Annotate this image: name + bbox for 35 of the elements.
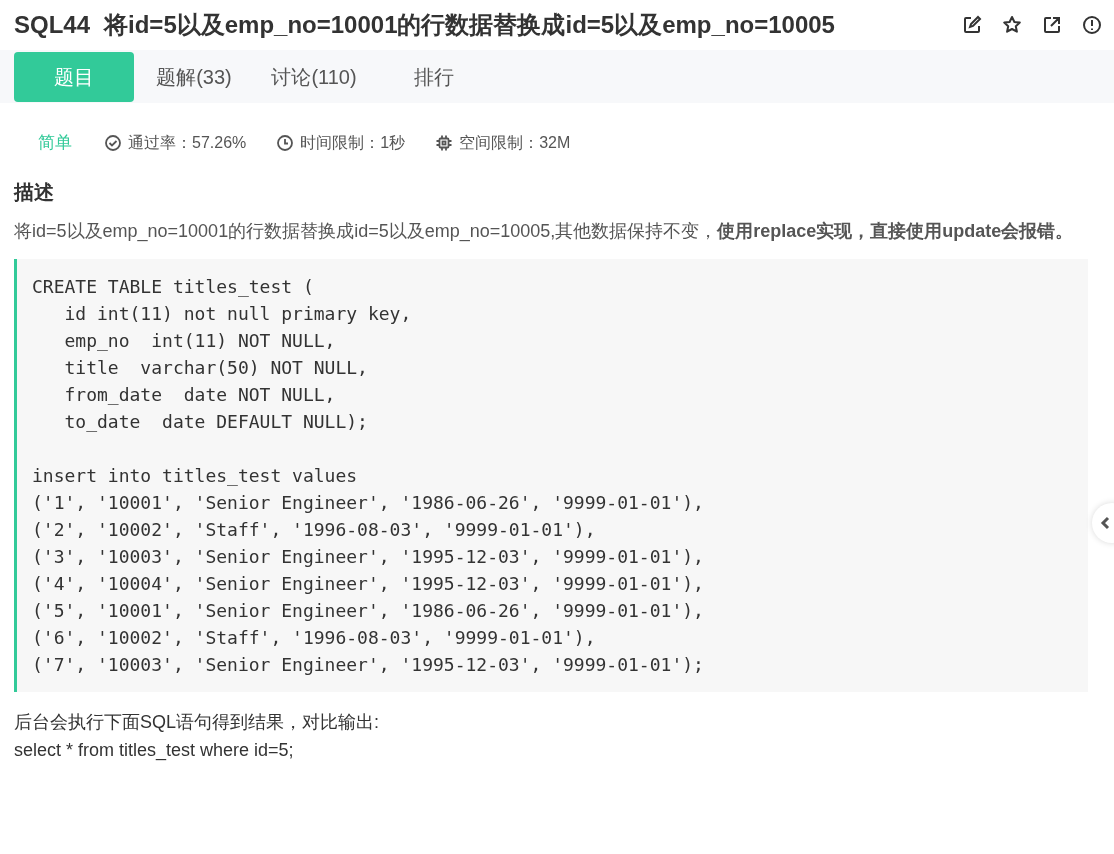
- code-line: from_date date NOT NULL,: [63, 384, 336, 405]
- clock-icon: [276, 134, 295, 152]
- section-heading: 描述: [14, 180, 55, 205]
- code-line: title varchar(50) NOT NULL,: [63, 357, 368, 378]
- tab[interactable]: 排行: [374, 51, 494, 102]
- check-circle-icon: [104, 134, 122, 152]
- body-text: select * from titles_test where id=5;: [14, 739, 295, 763]
- chip-icon: [435, 134, 454, 152]
- code-line: ('3', '10003', 'Senior Engineer', '1995-12-03', '9999-01-01'),: [32, 546, 704, 567]
- tab[interactable]: 题解(33): [134, 51, 254, 102]
- body-text: 后台会执行下面SQL语句得到结果，对比输出:: [14, 711, 381, 734]
- code-line: to_date date DEFAULT NULL);: [63, 411, 368, 432]
- code-line: ('6', '10002', 'Staff', '1996-08-03', '9999-01-01'),: [32, 627, 596, 648]
- code-line: ('2', '10002', 'Staff', '1996-08-03', '9999-01-01'),: [32, 519, 596, 540]
- code-line: ('4', '10004', 'Senior Engineer', '1995-12-03', '9999-01-01'),: [32, 573, 704, 594]
- chevron-left-icon: [1100, 516, 1110, 530]
- report-icon[interactable]: [1082, 15, 1102, 35]
- code-line: CREATE TABLE titles_test (: [32, 276, 314, 297]
- code-line: ('1', '10001', 'Senior Engineer', '1986-06-26', '9999-01-01'),: [32, 492, 704, 513]
- code-line: emp_no int(11) NOT NULL,: [63, 330, 336, 351]
- external-link-icon[interactable]: [1042, 15, 1062, 35]
- stat-text: 通过率：57.26%: [128, 133, 247, 153]
- tab[interactable]: 讨论(110): [254, 51, 374, 102]
- edit-icon[interactable]: [962, 15, 982, 35]
- stat-text: 空间限制：32M: [459, 133, 571, 153]
- code-line: id int(11) not null primary key,: [63, 303, 412, 324]
- problem-id: SQL44: [14, 10, 91, 40]
- code-line: insert into titles_test values: [32, 465, 358, 486]
- difficulty-label: 简单: [38, 132, 72, 155]
- stat-text: 时间限制：1秒: [300, 133, 406, 153]
- description-text: 将id=5以及emp_no=10001的行数据替换成id=5以及emp_no=10005,其他数据保持不变，使用replace实现，直接使用update会报错。: [14, 220, 1075, 244]
- star-icon[interactable]: [1002, 15, 1022, 35]
- problem-title: 将id=5以及emp_no=10001的行数据替换成id=5以及emp_no=10005: [104, 10, 835, 40]
- code-line: ('5', '10001', 'Senior Engineer', '1986-06-26', '9999-01-01'),: [32, 600, 704, 621]
- code-line: ('7', '10003', 'Senior Engineer', '1995-12-03', '9999-01-01');: [32, 654, 704, 675]
